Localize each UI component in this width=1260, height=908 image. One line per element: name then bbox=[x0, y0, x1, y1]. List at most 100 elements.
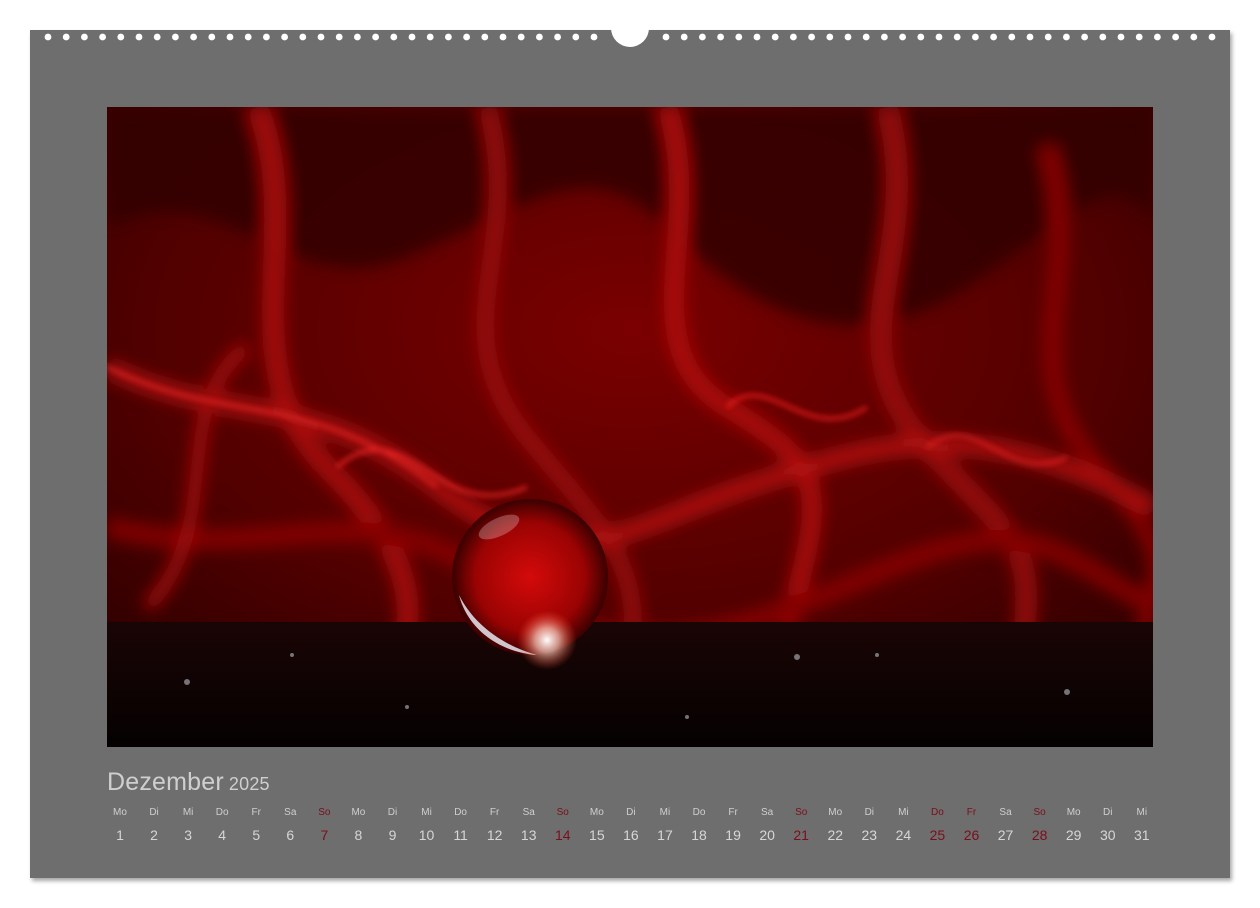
binding-hole bbox=[1154, 33, 1161, 41]
binding-hole bbox=[717, 33, 724, 41]
calendar-day-2: Di 2 bbox=[137, 806, 171, 843]
weekday-label: Sa bbox=[522, 807, 535, 818]
calendar-day-12: Fr 12 bbox=[478, 806, 512, 843]
calendar-day-29: Mo 29 bbox=[1057, 806, 1091, 843]
calendar-day-31: Mi 31 bbox=[1125, 806, 1159, 843]
binding-hole bbox=[44, 33, 52, 41]
weekday-label: Fr bbox=[251, 807, 261, 818]
calendar-day-16: Di 16 bbox=[614, 806, 648, 843]
binding-hole bbox=[372, 33, 379, 41]
day-number: 8 bbox=[354, 827, 363, 843]
day-number: 10 bbox=[418, 827, 435, 843]
calendar-day-21: So 21 bbox=[784, 806, 818, 843]
day-number: 3 bbox=[184, 827, 192, 843]
day-number: 31 bbox=[1134, 827, 1150, 843]
calendar-page: Dezember 2025 Mo 1 Di 2 Mi 3 Do 4 Fr 5 Sa 6 So 7 Mo 8 Di 9… bbox=[0, 0, 1260, 908]
binding-hole bbox=[862, 33, 870, 41]
weekday-label: Mi bbox=[659, 807, 671, 818]
binding-hole bbox=[81, 33, 88, 41]
day-number: 29 bbox=[1065, 827, 1082, 843]
calendar-day-30: Di 30 bbox=[1091, 806, 1125, 843]
binding-hole bbox=[771, 33, 779, 41]
day-number: 14 bbox=[554, 827, 571, 843]
binding-hole bbox=[62, 33, 70, 41]
day-number: 4 bbox=[218, 827, 227, 843]
binding-hole bbox=[1063, 33, 1070, 41]
binding-hole bbox=[499, 33, 507, 41]
calendar-day-14: So 14 bbox=[546, 806, 580, 843]
weekday-label: Di bbox=[1103, 807, 1113, 818]
binding-hole bbox=[445, 33, 452, 41]
calendar-day-24: Mi 24 bbox=[886, 806, 920, 843]
binding-hole bbox=[935, 33, 943, 41]
calendar-day-6: Sa 6 bbox=[273, 806, 307, 843]
binding-hole bbox=[335, 33, 343, 41]
binding-hole bbox=[554, 33, 561, 41]
day-number: 24 bbox=[895, 827, 912, 843]
day-number: 13 bbox=[520, 827, 537, 843]
binding-hole bbox=[1117, 33, 1125, 41]
weekday-label: Do bbox=[931, 807, 944, 818]
binding-hole bbox=[735, 33, 743, 41]
weekday-label: So bbox=[795, 807, 808, 818]
weekday-label: Mo bbox=[828, 807, 843, 818]
binding-hole bbox=[281, 33, 288, 41]
binding-hole bbox=[1008, 33, 1016, 41]
weekday-label: Mo bbox=[589, 807, 604, 818]
photo-glass-ball-on-red-silk bbox=[107, 107, 1153, 747]
binding-hole bbox=[354, 33, 361, 41]
calendar-day-26: Fr 26 bbox=[955, 806, 989, 843]
weekday-label: Mi bbox=[182, 807, 194, 818]
day-number: 9 bbox=[388, 827, 397, 843]
day-number: 7 bbox=[320, 827, 329, 843]
day-number: 28 bbox=[1031, 827, 1048, 843]
day-number: 25 bbox=[929, 827, 946, 843]
calendar-day-7: So 7 bbox=[307, 806, 341, 843]
weekday-label: Mi bbox=[421, 807, 432, 818]
month-name: Dezember bbox=[107, 768, 224, 796]
binding-hole bbox=[826, 33, 834, 41]
weekday-label: Do bbox=[692, 807, 706, 818]
calendar-day-4: Do 4 bbox=[205, 806, 239, 843]
calendar-day-20: Sa 20 bbox=[750, 806, 784, 843]
weekday-label: Sa bbox=[284, 807, 297, 818]
calendar-day-9: Di 9 bbox=[375, 806, 409, 843]
binding-hole bbox=[390, 33, 398, 41]
calendar-day-10: Mi 10 bbox=[410, 806, 444, 843]
day-number: 6 bbox=[286, 827, 295, 843]
binding-hole bbox=[881, 33, 888, 41]
binding-hole bbox=[1081, 33, 1088, 41]
binding-hole bbox=[299, 33, 307, 41]
calendar-day-28: So 28 bbox=[1023, 806, 1057, 843]
binding-hole bbox=[917, 33, 925, 41]
binding-hole bbox=[699, 33, 706, 41]
binding-hole bbox=[1135, 33, 1143, 41]
binding-hole bbox=[680, 33, 688, 41]
binding-hole bbox=[844, 33, 852, 41]
weekday-label: Sa bbox=[761, 807, 774, 818]
binding-hole bbox=[426, 33, 434, 41]
weekday-label: Mi bbox=[1136, 807, 1148, 818]
calendar-day-25: Do 25 bbox=[920, 806, 954, 843]
day-number: 5 bbox=[252, 827, 261, 843]
binding-hole bbox=[317, 33, 325, 41]
binding-hole bbox=[408, 33, 416, 41]
day-number: 18 bbox=[691, 827, 707, 843]
calendar-day-17: Mi 17 bbox=[648, 806, 682, 843]
binding-hole bbox=[226, 33, 234, 41]
binding-hole bbox=[953, 33, 961, 41]
weekday-label: So bbox=[1033, 807, 1046, 818]
weekday-label: Di bbox=[864, 807, 875, 818]
day-number: 19 bbox=[725, 827, 741, 843]
calendar-day-11: Do 11 bbox=[444, 806, 478, 843]
binding-hole bbox=[1208, 33, 1216, 41]
binding-hole bbox=[1044, 33, 1052, 41]
day-number: 12 bbox=[486, 827, 503, 843]
weekday-label: Fr bbox=[728, 807, 738, 818]
binding-hole bbox=[536, 33, 543, 41]
calendar-day-1: Mo 1 bbox=[103, 806, 137, 843]
weekday-label: So bbox=[556, 807, 569, 818]
day-number: 1 bbox=[116, 827, 124, 843]
weekday-label: Mo bbox=[1066, 807, 1081, 818]
calendar-day-13: Sa 13 bbox=[512, 806, 546, 843]
